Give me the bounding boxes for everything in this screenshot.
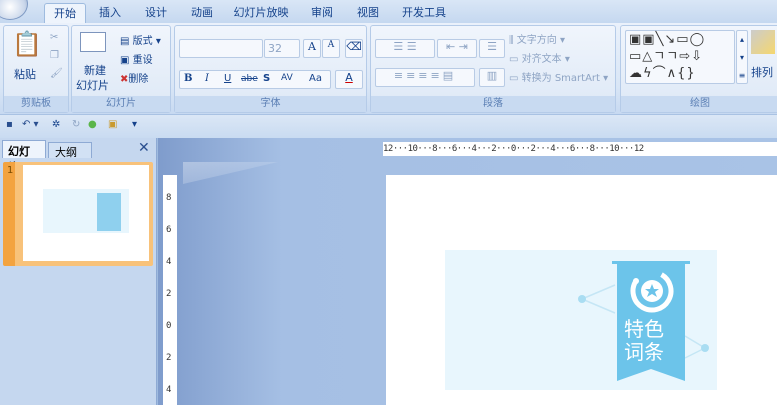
paste-icon[interactable]: 📋	[12, 30, 42, 58]
save-icon[interactable]: ▪	[6, 119, 13, 130]
gallery-scroll[interactable]: ▴ ▾ ≡	[736, 30, 748, 84]
reset-icon: ▣	[120, 55, 133, 66]
qat-customize-button[interactable]: ▾	[132, 119, 137, 130]
text-direction-label: 文字方向	[516, 35, 557, 46]
decorative-highlight	[183, 162, 278, 184]
columns-button[interactable]: ▥	[479, 68, 505, 87]
tab-home[interactable]: 开始	[44, 3, 86, 23]
tab-design[interactable]: 设计	[138, 3, 174, 23]
font-name-input[interactable]	[179, 39, 263, 58]
ribbon-tabs: 开始 插入 设计 动画 幻灯片放映 审阅 视图 开发工具	[0, 0, 777, 23]
line-spacing-button[interactable]: ☰	[479, 39, 505, 58]
font-size-input[interactable]: 32	[264, 39, 300, 58]
underline-button[interactable]: U	[224, 73, 231, 84]
delete-button[interactable]: ✖删除	[120, 70, 148, 85]
bullets-numbering-buttons[interactable]: ☰ ☰	[375, 39, 435, 58]
font-group: 32 A A ⌫ B I U abe S AV Aa A 字体	[174, 25, 367, 113]
new-slide-label-1[interactable]: 新建	[84, 62, 106, 78]
grow-font-button[interactable]: A	[303, 39, 321, 58]
tab-review[interactable]: 审阅	[304, 3, 340, 23]
vruler-tick: 8	[166, 193, 172, 203]
align-buttons[interactable]: ≡≡≡≡▤	[375, 68, 475, 87]
close-pane-button[interactable]: ✕	[138, 140, 150, 156]
vruler-tick: 6	[166, 225, 172, 235]
vruler-tick: 0	[166, 321, 172, 331]
horizontal-ruler[interactable]: 12···10···8···6···4···2···0···2···4···6·…	[383, 142, 777, 156]
redo-icon[interactable]: ↻	[72, 119, 80, 130]
copy-icon[interactable]: ❐	[50, 50, 59, 61]
office-button[interactable]	[0, 0, 28, 20]
tab-developer[interactable]: 开发工具	[396, 3, 452, 23]
tab-animations[interactable]: 动画	[184, 3, 220, 23]
paste-button[interactable]: 粘贴	[14, 66, 36, 82]
reset-button[interactable]: ▣ 重设	[120, 51, 153, 66]
delete-label: 删除	[128, 74, 149, 85]
slides-pane: 幻灯片 大纲 ✕ 1	[0, 138, 157, 405]
layout-label: 版式	[132, 36, 153, 47]
layout-button[interactable]: ▤ 版式 ▾	[120, 32, 161, 47]
text-direction-button[interactable]: ⫼ 文字方向 ▾	[509, 31, 565, 46]
slide-thumbnail-selected[interactable]: 1	[3, 162, 153, 266]
font-label: 字体	[175, 96, 366, 112]
quick-access-toolbar: ▪ ↶ ▾ ✲ ↻ ● ▣ ▾	[0, 114, 777, 138]
tab-insert[interactable]: 插入	[92, 3, 128, 23]
char-spacing-button[interactable]: AV	[281, 73, 293, 83]
paragraph-label: 段落	[371, 96, 615, 112]
change-case-button[interactable]: Aa	[309, 73, 322, 84]
cut-icon[interactable]: ✂	[50, 32, 58, 43]
tab-slideshow[interactable]: 幻灯片放映	[228, 3, 294, 23]
smartart-label: 转换为 SmartArt	[521, 73, 600, 84]
vruler-tick: 4	[166, 385, 172, 395]
layout-icon: ▤	[120, 36, 133, 47]
magic-icon[interactable]: ✲	[52, 119, 60, 130]
slide-thumbnail	[23, 165, 149, 261]
slides-label: 幻灯片	[72, 96, 170, 112]
badge-text-line1: 特色	[624, 317, 664, 341]
shrink-font-button[interactable]: A	[322, 39, 340, 58]
tab-outline[interactable]: 大纲	[48, 142, 92, 159]
green-circle-icon[interactable]: ●	[88, 119, 97, 130]
clipboard-group: 📋 粘贴 ✂ ❐ 🖌 剪贴板	[3, 25, 69, 113]
slide-number: 1	[7, 165, 14, 176]
paragraph-group: ☰ ☰ ⇤ ⇥ ☰ ≡≡≡≡▤ ▥ ⫼ 文字方向 ▾ ▭ 对齐文本 ▾ ▭ 转换…	[370, 25, 616, 113]
align-text-icon: ▭	[509, 54, 522, 65]
font-color-button[interactable]: A	[335, 70, 363, 89]
tab-view[interactable]: 视图	[350, 3, 386, 23]
vertical-ruler[interactable]: 8 6 4 2 0 2 4	[163, 175, 177, 405]
arrange-button[interactable]: 排列	[751, 64, 773, 80]
clear-format-icon[interactable]: ⌫	[345, 39, 363, 58]
smartart-button[interactable]: ▭ 转换为 SmartArt ▾	[509, 69, 608, 84]
shapes-gallery[interactable]: ▣▣╲↘▭◯ ▭△ㄱㄱ⇨⇩ ☁ϟ⌒∧{}	[625, 30, 735, 84]
align-text-label: 对齐文本	[521, 54, 562, 65]
new-slide-icon[interactable]	[80, 32, 106, 52]
slides-group: 新建 幻灯片 ▤ 版式 ▾ ▣ 重设 ✖删除 幻灯片	[71, 25, 171, 113]
arrange-icon[interactable]	[751, 30, 775, 54]
drawing-group: ▣▣╲↘▭◯ ▭△ㄱㄱ⇨⇩ ☁ϟ⌒∧{} ▴ ▾ ≡ 排列 绘图	[620, 25, 777, 113]
align-text-button[interactable]: ▭ 对齐文本 ▾	[509, 50, 570, 65]
reset-label: 重设	[132, 55, 153, 66]
featured-badge: 特色 词条	[612, 261, 690, 383]
ribbon: 📋 粘贴 ✂ ❐ 🖌 剪贴板 新建 幻灯片 ▤ 版式 ▾ ▣ 重设 ✖删除 幻灯…	[0, 23, 777, 114]
tab-slides[interactable]: 幻灯片	[2, 140, 46, 174]
drawing-label: 绘图	[621, 96, 777, 112]
strikethrough-button[interactable]: abe	[241, 74, 258, 84]
vruler-tick: 4	[166, 257, 172, 267]
thumbnail-badge	[97, 193, 121, 231]
format-painter-icon[interactable]: 🖌	[50, 68, 63, 79]
smartart-icon: ▭	[509, 73, 522, 84]
new-slide-label-2[interactable]: 幻灯片	[76, 77, 109, 93]
bold-button[interactable]: B	[184, 73, 192, 84]
shadow-button[interactable]: S	[263, 73, 270, 84]
indent-buttons[interactable]: ⇤ ⇥	[437, 39, 477, 58]
text-direction-icon: ⫼	[509, 35, 517, 46]
clipboard-label: 剪贴板	[4, 96, 68, 112]
italic-button[interactable]: I	[205, 73, 209, 84]
slide-canvas[interactable]: 特色 词条	[386, 175, 777, 405]
vruler-tick: 2	[166, 353, 172, 363]
undo-icon[interactable]: ↶ ▾	[22, 119, 39, 130]
image-panel[interactable]: 特色 词条	[445, 250, 717, 390]
vruler-tick: 2	[166, 289, 172, 299]
paste-small-icon[interactable]: ▣	[108, 119, 117, 130]
badge-text-line2: 词条	[624, 340, 664, 364]
